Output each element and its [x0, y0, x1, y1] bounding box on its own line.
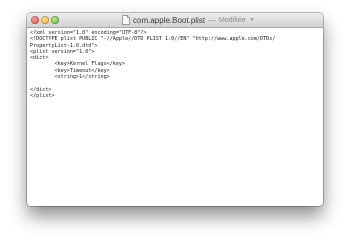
window-title-area[interactable]: com.apple.Boot.plist — Modifiée ▼ [122, 14, 254, 26]
close-button[interactable] [31, 16, 39, 24]
text-editor[interactable]: <?xml version="1.0" encoding="UTF-8"?> <… [27, 28, 323, 206]
title-bar[interactable]: com.apple.Boot.plist — Modifiée ▼ [27, 13, 323, 28]
document-status[interactable]: Modifiée [219, 17, 245, 24]
title-separator: — [208, 15, 217, 25]
textedit-window: com.apple.Boot.plist — Modifiée ▼ <?xml … [27, 13, 323, 206]
document-icon[interactable] [122, 15, 130, 25]
chevron-down-icon[interactable]: ▼ [250, 17, 255, 23]
minimize-button[interactable] [41, 16, 49, 24]
window-title: com.apple.Boot.plist [133, 15, 206, 25]
editor-line[interactable]: </plist> [30, 93, 320, 99]
zoom-button[interactable] [51, 16, 59, 24]
